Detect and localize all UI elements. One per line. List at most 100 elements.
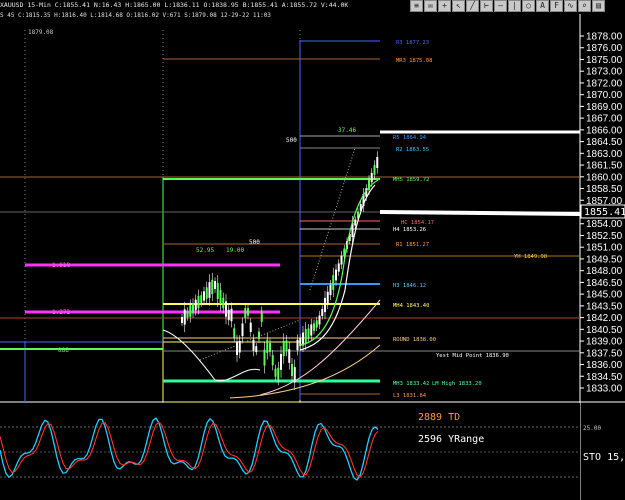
price-tick-label: 1852.50	[586, 231, 623, 242]
candle-body	[183, 309, 186, 325]
fib-500-label: 500	[286, 137, 297, 144]
price-tick-label: 1875.00	[586, 55, 623, 66]
fib-icon[interactable]: F	[550, 0, 563, 12]
chart-toolbar: ≡ ✉ + ↖ ╱ ⊢ — | ○ A F ∿ ⌕ ▤	[410, 0, 606, 13]
current-price-line	[379, 210, 581, 216]
candle-body	[280, 354, 282, 370]
price-tick-label: 1860.00	[586, 172, 623, 183]
candle-body	[296, 339, 299, 351]
price-tick-label: 1849.50	[586, 254, 623, 265]
candle-body	[288, 349, 291, 363]
candle-body	[241, 323, 244, 337]
price-tick-label: 1869.00	[586, 102, 623, 113]
lines-icon[interactable]: ≡	[410, 0, 423, 12]
price-tick-label: 1842.00	[586, 313, 623, 324]
window-title: XAUUSD 15-Min C:1855.41 N:16.43 H:1865.0…	[0, 1, 349, 9]
swing-label: 52.95	[196, 247, 214, 254]
candle-body	[313, 323, 315, 331]
vline-icon[interactable]: |	[508, 0, 521, 12]
cursor-icon[interactable]: ↖	[452, 0, 465, 12]
candle-body	[370, 172, 373, 183]
hline-icon[interactable]: —	[494, 0, 507, 12]
level-label: MH5 1859.72	[393, 177, 429, 183]
candle-body	[192, 303, 194, 313]
candle-body	[194, 299, 197, 311]
candle-body	[302, 332, 304, 346]
zoom-icon[interactable]: ⌕	[578, 0, 591, 12]
price-tick-label: 1876.00	[586, 43, 623, 54]
candle-body	[236, 341, 238, 356]
price-tick-label: 1872.00	[586, 78, 623, 89]
candle-body	[277, 367, 280, 380]
candle-body	[271, 355, 274, 366]
candle-body	[200, 295, 203, 303]
level-label: R5 1864.94	[393, 135, 427, 141]
stoch-tick: 25.00	[583, 425, 601, 432]
candle-body	[274, 368, 277, 377]
level-label: R3 1877.23	[396, 40, 429, 46]
candle-body	[304, 329, 307, 343]
candle-body	[225, 301, 227, 317]
candle-body	[321, 308, 324, 317]
candle-body	[181, 317, 183, 323]
print-icon[interactable]: ▤	[592, 0, 605, 12]
price-tick-label: 1878.00	[586, 32, 623, 43]
ruler-icon[interactable]: ⊢	[480, 0, 493, 12]
candle-body	[216, 283, 219, 299]
candle-body	[197, 295, 200, 309]
wave-icon[interactable]: ∿	[564, 0, 577, 12]
candle-body	[310, 324, 313, 336]
price-tick-label: 1834.50	[586, 372, 623, 383]
price-chart[interactable]: 1879.08 1.618 1.272 500 500 37.46 52.95 …	[0, 0, 625, 500]
swing-label: 37.46	[338, 127, 356, 134]
price-tick-label: 1854.00	[586, 219, 623, 230]
candle-body	[373, 165, 376, 175]
candle-body	[326, 291, 329, 304]
candle-body	[266, 339, 269, 353]
price-tick-label: 1866.00	[586, 125, 623, 136]
circle-icon[interactable]: ○	[522, 0, 535, 12]
price-tick-label: 1867.00	[586, 114, 623, 125]
candle-body	[219, 289, 222, 305]
candle-body	[376, 156, 379, 169]
price-tick-label: 1839.00	[586, 337, 623, 348]
envelope-icon[interactable]: ✉	[424, 0, 437, 12]
candle-body	[260, 311, 263, 322]
trading-app-window: 1879.08 1.618 1.272 500 500 37.46 52.95 …	[0, 0, 625, 500]
fib-label: 1.618	[52, 262, 70, 269]
candle-body	[337, 263, 340, 272]
candle-body	[214, 281, 216, 289]
level-label: R2 1863.55	[396, 147, 429, 153]
crosshair-icon[interactable]: +	[438, 0, 451, 12]
level-label: HC 1854.17	[401, 220, 434, 226]
candle-body	[244, 307, 247, 319]
candle-body	[340, 255, 343, 265]
price-tick-label: 1863.00	[586, 149, 623, 160]
swing-label: 19.00	[226, 247, 244, 254]
price-tick-label: 1836.00	[586, 360, 623, 371]
price-tick-label: 1846.50	[586, 278, 623, 289]
level-label: ROUND 1838.00	[393, 337, 436, 343]
candle-body	[208, 282, 211, 298]
candle-body	[269, 343, 271, 352]
current-price-label: 1855.41	[584, 207, 625, 218]
level-label: MR3 1875.08	[396, 58, 432, 64]
candle-body	[233, 328, 236, 338]
price-tick-label: 1873.00	[586, 67, 623, 78]
candle-body	[222, 297, 225, 309]
price-tick-label: 1843.50	[586, 301, 623, 312]
sub-info: S 45 C:1815.35 H:1816.40 L:1814.68 O:181…	[0, 12, 271, 19]
candle-body	[282, 340, 285, 357]
price-tick-label: 1870.00	[586, 90, 623, 101]
sto-label: STO 15,	[583, 452, 625, 463]
price-tick-label: 1861.50	[586, 161, 623, 172]
price-tick-label: 1837.50	[586, 348, 623, 359]
candle-body	[258, 331, 260, 340]
level-label: Yest Mid Point 1836.90	[436, 353, 509, 359]
candle-body	[230, 308, 233, 322]
range-label: 888	[58, 347, 69, 354]
text-icon[interactable]: A	[536, 0, 549, 12]
candle-body	[227, 309, 230, 321]
draw-icon[interactable]: ╱	[466, 0, 479, 12]
fib-label: 1.272	[52, 309, 70, 316]
